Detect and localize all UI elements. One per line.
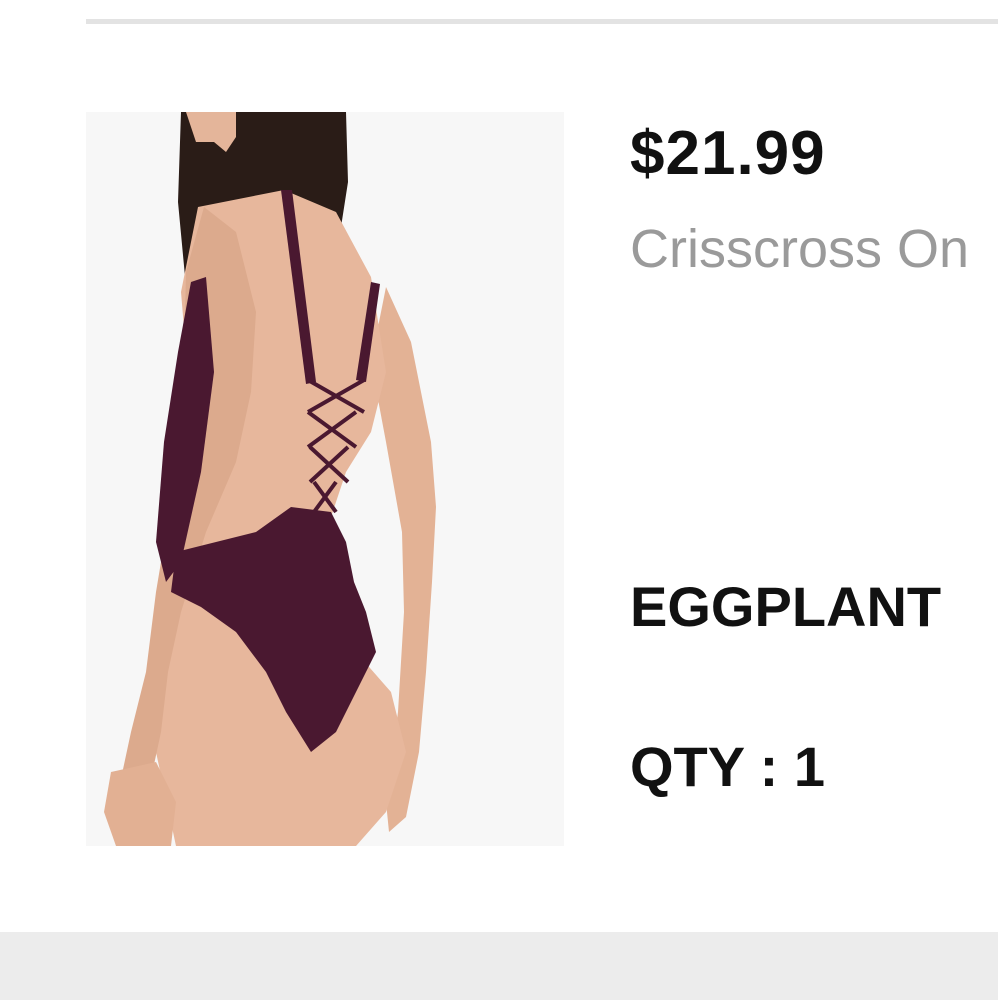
qty-value: 1 [793, 735, 826, 798]
item-quantity: QTY : 1 [630, 734, 825, 799]
product-name[interactable]: Crisscross On [630, 218, 998, 280]
item-color: EGGPLANT [630, 575, 942, 638]
bottom-bar [0, 932, 998, 1000]
qty-label: QTY : [630, 735, 794, 798]
cart-page: $21.99 Crisscross On EGGPLANT QTY : 1 [0, 0, 998, 1000]
product-image[interactable] [86, 112, 564, 846]
item-price: $21.99 [630, 119, 826, 188]
top-divider [86, 19, 998, 24]
product-photo-illustration [86, 112, 564, 846]
